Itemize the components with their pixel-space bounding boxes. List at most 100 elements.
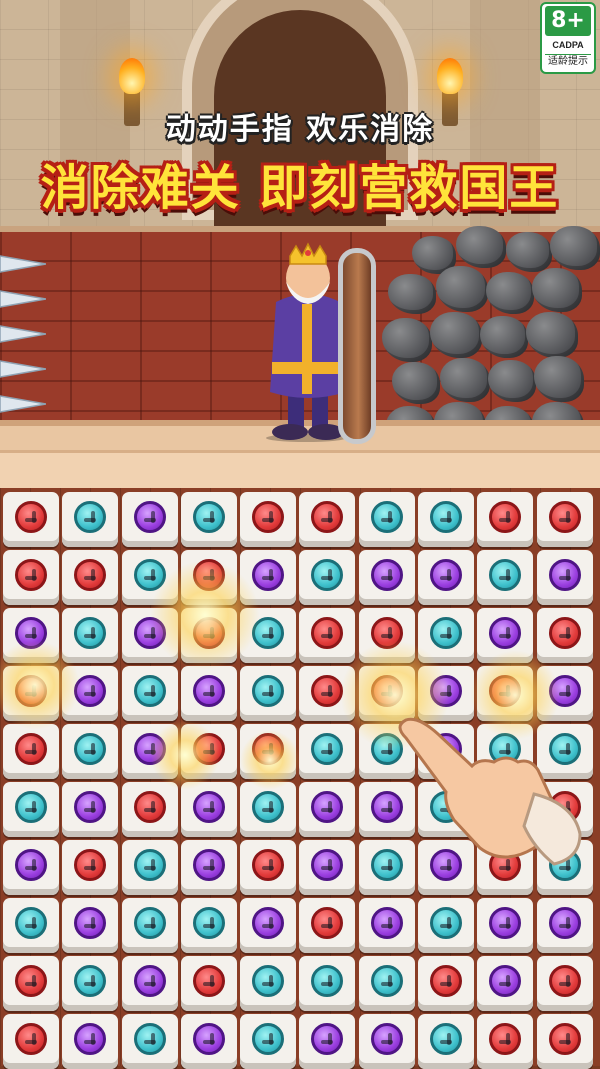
screw-tile[interactable] — [299, 956, 356, 1011]
screw-tile[interactable] — [477, 898, 534, 953]
screw-tile[interactable] — [358, 898, 415, 953]
screw-tile[interactable] — [299, 492, 356, 547]
screw-icon-teal — [74, 617, 107, 649]
screw-tile[interactable] — [240, 550, 297, 605]
screw-tile[interactable] — [3, 666, 59, 721]
screw-tile[interactable] — [3, 956, 59, 1011]
screw-tile[interactable] — [62, 898, 119, 953]
castle-scene — [0, 0, 600, 490]
door-shield-icon — [338, 248, 376, 444]
screw-tile[interactable] — [121, 898, 178, 953]
screw-tile[interactable] — [536, 1014, 593, 1069]
rock-icon — [506, 232, 552, 272]
screw-tile[interactable] — [3, 724, 59, 779]
screw-tile[interactable] — [477, 956, 534, 1011]
screw-tile[interactable] — [62, 1014, 119, 1069]
screw-tile[interactable] — [62, 608, 119, 663]
screw-tile[interactable] — [299, 840, 356, 895]
screw-tile[interactable] — [536, 550, 593, 605]
screw-tile[interactable] — [180, 956, 237, 1011]
screw-tile[interactable] — [299, 782, 356, 837]
screw-tile[interactable] — [299, 898, 356, 953]
screw-tile[interactable] — [240, 898, 297, 953]
screw-tile[interactable] — [180, 840, 237, 895]
screw-tile[interactable] — [418, 550, 475, 605]
screw-tile[interactable] — [121, 724, 178, 779]
screw-tile[interactable] — [62, 724, 119, 779]
screw-tile[interactable] — [62, 666, 119, 721]
screw-tile[interactable] — [240, 724, 297, 779]
screw-tile[interactable] — [180, 492, 237, 547]
screw-tile[interactable] — [299, 666, 356, 721]
screw-tile[interactable] — [240, 782, 297, 837]
screw-tile[interactable] — [240, 840, 297, 895]
screw-tile[interactable] — [358, 1014, 415, 1069]
screw-icon-purple — [311, 791, 344, 823]
screw-icon-red — [311, 907, 344, 939]
screw-tile[interactable] — [121, 608, 178, 663]
screw-tile[interactable] — [121, 782, 178, 837]
screw-tile[interactable] — [240, 492, 297, 547]
screw-tile[interactable] — [477, 492, 534, 547]
screw-tile[interactable] — [121, 492, 178, 547]
screw-tile[interactable] — [299, 724, 356, 779]
screw-tile[interactable] — [180, 724, 237, 779]
screw-tile[interactable] — [3, 898, 59, 953]
screw-tile[interactable] — [536, 956, 593, 1011]
screw-tile[interactable] — [536, 492, 593, 547]
screw-tile[interactable] — [180, 1014, 237, 1069]
screw-tile[interactable] — [62, 956, 119, 1011]
screw-tile[interactable] — [62, 782, 119, 837]
screw-tile[interactable] — [121, 840, 178, 895]
screw-tile[interactable] — [62, 840, 119, 895]
screw-icon-red — [133, 791, 166, 823]
screw-tile[interactable] — [299, 1014, 356, 1069]
screw-icon-purple — [370, 559, 403, 591]
screw-tile[interactable] — [240, 666, 297, 721]
screw-tile[interactable] — [358, 492, 415, 547]
screw-tile[interactable] — [418, 898, 475, 953]
screw-tile[interactable] — [62, 550, 119, 605]
screw-tile[interactable] — [180, 550, 237, 605]
screw-tile[interactable] — [358, 608, 415, 663]
screw-tile[interactable] — [477, 1014, 534, 1069]
screw-icon-red — [192, 965, 225, 997]
screw-tile[interactable] — [3, 840, 59, 895]
screw-tile[interactable] — [3, 492, 59, 547]
screw-tile[interactable] — [477, 608, 534, 663]
screw-tile[interactable] — [180, 666, 237, 721]
screw-tile[interactable] — [240, 956, 297, 1011]
screw-tile[interactable] — [418, 492, 475, 547]
screw-tile[interactable] — [299, 550, 356, 605]
screw-tile[interactable] — [180, 898, 237, 953]
screw-tile[interactable] — [3, 550, 59, 605]
screw-tile[interactable] — [121, 666, 178, 721]
spike-icon — [0, 324, 46, 344]
screw-tile[interactable] — [240, 608, 297, 663]
screw-tile[interactable] — [536, 608, 593, 663]
screw-icon-red — [311, 501, 344, 533]
screw-icon-teal — [252, 791, 285, 823]
spike-icon — [0, 289, 46, 309]
screw-tile[interactable] — [240, 1014, 297, 1069]
screw-tile[interactable] — [418, 1014, 475, 1069]
screw-tile[interactable] — [418, 956, 475, 1011]
screw-tile[interactable] — [3, 782, 59, 837]
screw-tile[interactable] — [3, 1014, 59, 1069]
screw-tile[interactable] — [477, 550, 534, 605]
screw-tile[interactable] — [121, 1014, 178, 1069]
screw-tile[interactable] — [62, 492, 119, 547]
screw-tile[interactable] — [418, 608, 475, 663]
screw-tile[interactable] — [180, 782, 237, 837]
screw-tile[interactable] — [3, 608, 59, 663]
screw-tile[interactable] — [358, 956, 415, 1011]
rock-icon — [382, 318, 432, 362]
screw-icon-teal — [489, 559, 522, 591]
screw-tile[interactable] — [536, 898, 593, 953]
screw-tile[interactable] — [299, 608, 356, 663]
screw-icon-purple — [192, 675, 225, 707]
screw-tile[interactable] — [180, 608, 237, 663]
screw-tile[interactable] — [358, 550, 415, 605]
screw-tile[interactable] — [121, 956, 178, 1011]
screw-tile[interactable] — [121, 550, 178, 605]
